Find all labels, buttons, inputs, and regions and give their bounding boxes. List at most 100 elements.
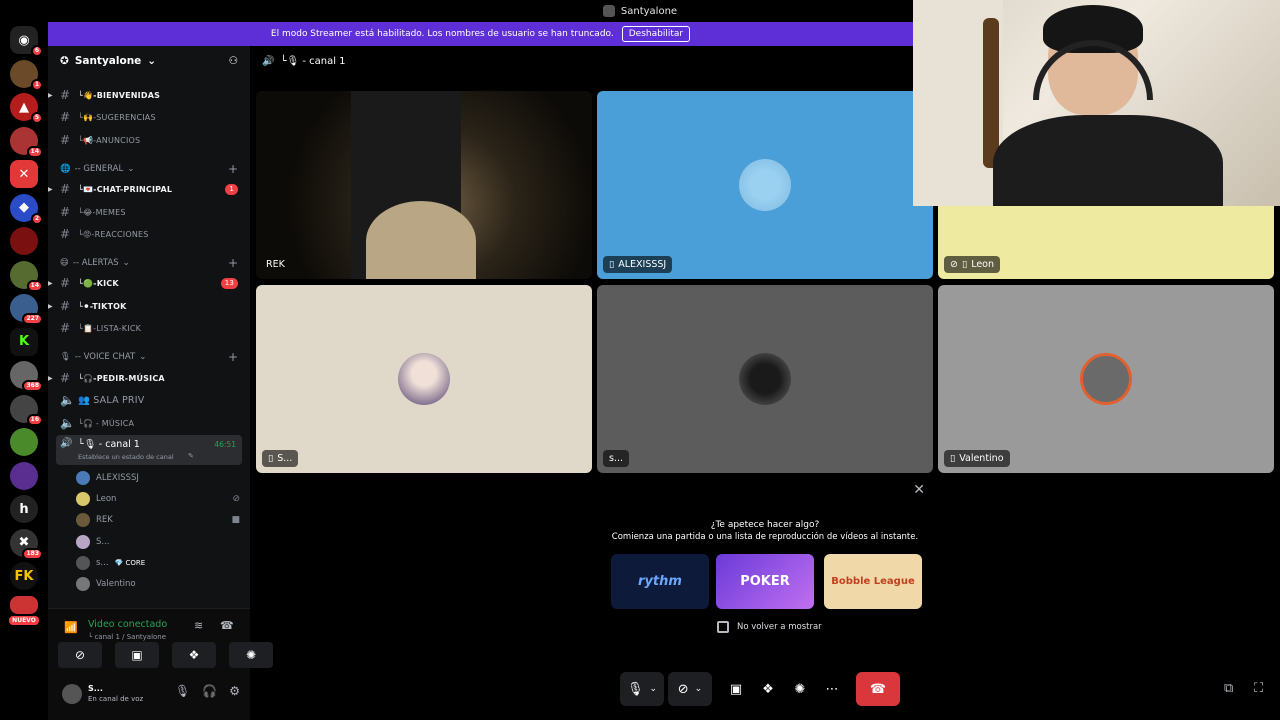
server-icon[interactable]: 16 (10, 394, 43, 426)
camera-control-group[interactable]: ⊘ ⌄ (668, 672, 712, 706)
server-icon[interactable]: 227 (10, 294, 43, 325)
avatar[interactable] (62, 684, 82, 704)
call-header: 🔊 └🎙 - canal 1 (250, 46, 913, 76)
tile-name: Valentino (959, 453, 1004, 464)
server-icon[interactable]: ✖ 183 (10, 528, 43, 560)
server-icon[interactable]: ✕ (10, 160, 38, 188)
server-icon[interactable]: FK (10, 562, 38, 590)
chevron-down-icon[interactable]: ⌄ (695, 684, 703, 694)
noise-suppression-icon[interactable]: ≋ (194, 619, 203, 632)
server-icon[interactable]: 368 (10, 361, 43, 392)
activities-button[interactable]: ❖ (756, 672, 780, 706)
direct-messages-button[interactable]: ◉ 6 (10, 26, 43, 57)
chevron-down-icon[interactable]: ⌄ (649, 684, 657, 694)
channel-lista-kick[interactable]: # └📋-LISTA-KICK (48, 318, 250, 338)
channel-label: └😂-MEMES (78, 207, 126, 217)
video-tile[interactable]: ▯ ALEXISSSJ (597, 91, 933, 279)
discord-icon: ◉ (18, 32, 30, 48)
channel-bienvenidas[interactable]: ▶ # └👋-BIENVENIDAS (48, 85, 250, 105)
voice-member[interactable]: S... (76, 535, 240, 549)
soundboard-button[interactable]: ✺ (229, 642, 273, 668)
dont-show-again[interactable]: No volver a mostrar (717, 621, 822, 633)
app-window: Santyalone ◉ 6 1 ▲ 5 14 ✕ ◆ 2 14 227 K 368 … (0, 0, 1280, 720)
card-label: Bobble League (831, 576, 915, 587)
video-tile[interactable]: REK (256, 91, 592, 279)
activity-card-bobble-league[interactable]: Bobble League (824, 554, 922, 609)
video-tile[interactable]: ▯ S... (256, 285, 592, 473)
voice-member[interactable]: s... 💎 CORE (76, 556, 240, 570)
server-icon[interactable] (10, 461, 38, 490)
kick-server-icon[interactable]: K (10, 327, 38, 356)
channel-anuncios[interactable]: # └📢-ANUNCIOS (48, 130, 250, 150)
add-member-icon[interactable]: ⚇ (229, 55, 238, 67)
channel-sidebar: ✪ Santyalone ⌄ ⚇ ▶ # └👋-BIENVENIDAS # └🙌-SU… (48, 46, 273, 720)
video-tile[interactable]: s... (597, 285, 933, 473)
server-icon[interactable]: 14 (10, 126, 43, 158)
activities-button[interactable]: ❖ (172, 642, 216, 668)
more-options-button[interactable]: ⋯ (820, 672, 844, 706)
headphones-icon[interactable]: 🎧 (202, 684, 217, 698)
server-icon[interactable]: ▲ 5 (10, 93, 43, 124)
camera-off-button[interactable]: ⊘ (58, 642, 102, 668)
voice-member[interactable]: REK ■ (76, 513, 240, 527)
server-icon[interactable]: h (10, 495, 38, 523)
camera-off-icon[interactable]: ⊘ (678, 682, 689, 697)
category-alertas[interactable]: 😄 -- ALERTAS ⌄ + (60, 256, 238, 270)
activity-card-poker[interactable]: POKER (716, 554, 814, 609)
gear-icon[interactable]: ⚙ (229, 684, 240, 698)
category-voice-chat[interactable]: 🎙 -- VOICE CHAT ⌄ + (60, 350, 238, 364)
server-icon[interactable]: 1 (10, 59, 43, 91)
voice-channel-sala-priv[interactable]: 🔈 👥 SALA PRIV (48, 390, 250, 410)
hash-icon: # (60, 321, 71, 335)
add-channel-icon[interactable]: + (228, 256, 238, 270)
screen-share-button[interactable]: ▣ (115, 642, 159, 668)
server-icon[interactable] (10, 227, 38, 255)
voice-channel-musica[interactable]: 🔈 └🎧 - MÚSICA (48, 413, 250, 433)
badge: 183 (22, 547, 43, 560)
phone-icon: ▯ (950, 453, 956, 464)
channel-reacciones[interactable]: # └😡-REACCIONES (48, 224, 250, 244)
popout-icon[interactable]: ⧉ (1224, 681, 1233, 696)
server-icon[interactable] (10, 595, 38, 614)
channel-label: 👥 SALA PRIV (78, 394, 145, 406)
channel-status-prompt[interactable]: Establece un estado de canal (78, 453, 174, 461)
channel-pedir-musica[interactable]: ▶ # └🎧-PEDIR-MÚSICA (48, 368, 250, 388)
server-icon[interactable] (10, 428, 38, 456)
channel-kick[interactable]: ▶ # └🟢-KICK 13 (48, 273, 250, 293)
server-icon[interactable]: 14 (10, 260, 43, 292)
pencil-icon[interactable]: ✎ (188, 452, 194, 460)
screen-share-button[interactable]: ▣ (724, 672, 748, 706)
add-channel-icon[interactable]: + (228, 162, 238, 176)
voice-member[interactable]: Valentino (76, 577, 240, 591)
voice-channel-canal-1[interactable]: 🔊 └🎙 - canal 1 46:51 Establece un estado… (56, 435, 242, 465)
channel-label: └🟢-KICK (78, 278, 119, 288)
voice-member[interactable]: Leon ⊘ (76, 492, 240, 506)
channel-chat-principal[interactable]: ▶ # └💌-CHAT-PRINCIPAL 1 (48, 179, 250, 199)
channel-sugerencias[interactable]: # └🙌-SUGERENCIAS (48, 107, 250, 127)
guild-header[interactable]: ✪ Santyalone ⌄ ⚇ (48, 46, 250, 76)
video-tile[interactable]: ▯ Valentino (938, 285, 1274, 473)
leave-call-button[interactable]: ☎ (856, 672, 900, 706)
category-general[interactable]: 🌐 -- GENERAL ⌄ + (60, 162, 238, 176)
connection-channel[interactable]: └ canal 1 / Santyalone (88, 633, 166, 641)
disconnect-icon[interactable]: ☎ (220, 619, 234, 632)
mic-control-group[interactable]: 🎙 ⌄ (620, 672, 664, 706)
badge: 1 (30, 78, 43, 91)
connection-status[interactable]: Video conectado (88, 619, 167, 630)
server-icon[interactable]: ◆ 2 (10, 193, 43, 225)
channel-memes[interactable]: # └😂-MEMES (48, 202, 250, 222)
checkbox[interactable] (717, 621, 729, 633)
signal-icon[interactable]: 📶 (64, 621, 78, 634)
close-icon[interactable]: ✕ (913, 482, 925, 498)
mic-icon[interactable]: 🎙 (627, 682, 644, 697)
voice-member[interactable]: ALEXISSSJ (76, 471, 240, 485)
channel-tiktok[interactable]: ▶ # └⚫-TIKTOK (48, 296, 250, 316)
fullscreen-icon[interactable]: ⛶ (1254, 681, 1263, 696)
user-name[interactable]: S... (88, 684, 103, 693)
disable-streamer-button[interactable]: Deshabilitar (621, 26, 691, 42)
soundboard-button[interactable]: ✺ (788, 672, 812, 706)
mic-icon[interactable]: 🎙 (175, 684, 190, 698)
activity-card-rythm[interactable]: rythm (611, 554, 709, 609)
add-channel-icon[interactable]: + (228, 350, 238, 364)
streamer-body (993, 115, 1223, 206)
